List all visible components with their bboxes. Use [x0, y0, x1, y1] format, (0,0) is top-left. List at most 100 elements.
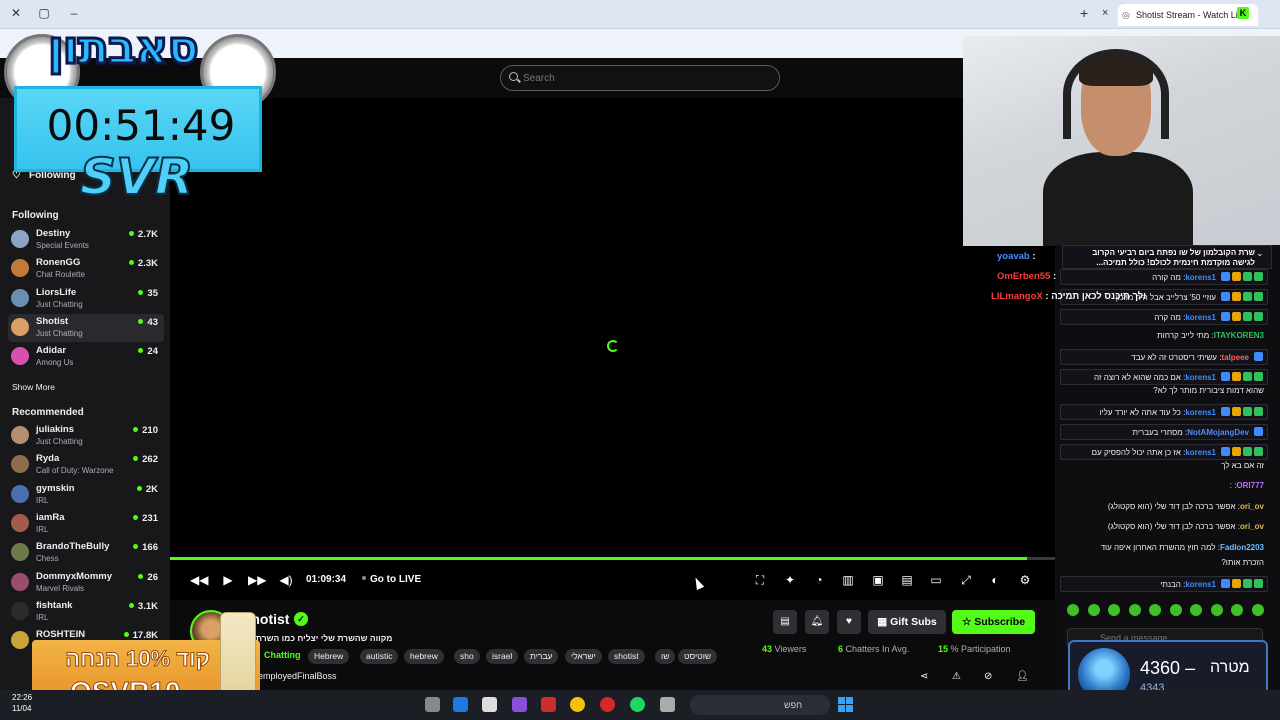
search-input[interactable]	[500, 65, 780, 91]
spotify-icon[interactable]	[630, 697, 645, 712]
seek-bar-fill	[170, 557, 1027, 560]
chat-username[interactable]: korens1	[1185, 580, 1216, 589]
report-icon[interactable]: ⚠	[952, 671, 961, 682]
sidebar-channel[interactable]: Shotist Just Chatting 43	[8, 313, 164, 342]
stream-tag[interactable]: sho	[454, 649, 480, 664]
chevron-down-icon[interactable]: ⌄	[1256, 248, 1264, 259]
obs-icon[interactable]	[512, 697, 527, 712]
gift-subs-button[interactable]: ▦ Gift Subs	[868, 610, 946, 634]
extension-kick-icon[interactable]: K	[1237, 7, 1249, 19]
video-player[interactable]: ◀◀ ▶ ▶▶ ◀) 01:09:34 Go to LIVE ⛶ ✦ ◔ ▥ ▣…	[170, 98, 1055, 600]
seek-bar[interactable]	[170, 557, 1055, 560]
crop-icon[interactable]: ⛶	[752, 573, 768, 588]
emote-icon[interactable]	[1128, 604, 1141, 616]
rewind-icon[interactable]: ◀◀	[190, 573, 208, 587]
stream-tag[interactable]: hebrew	[404, 649, 444, 664]
file-explorer-icon[interactable]	[660, 697, 675, 712]
emote-icon[interactable]	[1149, 604, 1161, 616]
chat-username[interactable]: korens1	[1185, 373, 1216, 382]
sidebar-channel[interactable]: LiorsLife Just Chatting 35	[8, 285, 164, 313]
viewer-count: 210	[133, 425, 158, 436]
sidebar-channel[interactable]: iamRa IRL 231	[8, 510, 164, 538]
emote-icon[interactable]	[1108, 604, 1120, 616]
chat-username[interactable]: ori_ov	[1240, 522, 1264, 531]
subscribe-button[interactable]: ☆ Subscribe	[952, 610, 1035, 634]
recorder-icon[interactable]	[600, 697, 615, 712]
stream-tag[interactable]: Hebrew	[308, 649, 350, 664]
stream-tag[interactable]: shotist	[608, 649, 645, 664]
sparkle-icon[interactable]: ✦	[782, 573, 798, 587]
user-icon[interactable]: 👤︎	[1016, 671, 1029, 682]
stats-icon[interactable]: ▥	[840, 573, 856, 587]
chat-username[interactable]: korens1	[1185, 408, 1216, 417]
show-more-link[interactable]: Show More	[12, 382, 55, 392]
stream-tag[interactable]: ישראלי	[565, 649, 602, 664]
go-to-live-button[interactable]: Go to LIVE	[362, 574, 421, 585]
quality-icon[interactable]: ◐	[987, 573, 1003, 587]
mute-chat-icon[interactable]: ⊘	[984, 671, 992, 682]
chrome-icon[interactable]	[570, 697, 585, 712]
speed-icon[interactable]: ◔	[811, 573, 827, 587]
play-icon[interactable]: ▶	[220, 573, 236, 587]
sidebar-channel[interactable]: juliakins Just Chatting 210	[8, 422, 164, 450]
chat-text: כל עוד אתה לא יורד עליו	[1099, 408, 1181, 417]
stream-tag[interactable]: שוטיסט	[678, 649, 718, 664]
channel-avatar	[11, 288, 29, 307]
chat-username[interactable]: NotAMojangDev	[1187, 428, 1249, 437]
channel-avatar	[11, 601, 29, 620]
follow-heart-icon[interactable]: ♥	[837, 610, 861, 634]
windows-start-icon[interactable]	[838, 697, 853, 712]
taskbar-search[interactable]: חפש	[690, 695, 830, 715]
sidebar-channel[interactable]: Destiny Special Events 2.7K	[8, 226, 164, 254]
tab-close-button[interactable]: ×	[1102, 7, 1108, 19]
badge-icon	[1243, 272, 1252, 281]
badge-icon	[1232, 312, 1241, 321]
emote-icon[interactable]	[1210, 604, 1223, 616]
stream-tag[interactable]: עברית	[524, 649, 559, 664]
telegram-icon[interactable]	[453, 697, 468, 712]
chat-text: :	[1229, 481, 1232, 490]
theater-icon[interactable]: ▣	[870, 573, 886, 587]
chat-username[interactable]: korens1	[1185, 273, 1216, 282]
forward-icon[interactable]: ▶▶	[248, 573, 266, 587]
chat-username[interactable]: Fadlon2203	[1220, 543, 1264, 552]
emote-icon[interactable]	[1169, 604, 1182, 616]
pinned-message[interactable]: שרת הקובלמון של שו נפתח ביום רביעי הקרוב…	[1062, 245, 1272, 269]
sidebar-channel[interactable]: RonenGG Chat Roulette 2.3K	[8, 255, 164, 283]
chat-username[interactable]: ori_ov	[1240, 502, 1264, 511]
sidebar-channel[interactable]: fishtank IRL 3.1K	[8, 598, 164, 626]
emote-icon[interactable]	[1251, 604, 1264, 616]
volume-icon[interactable]: ◀)	[278, 573, 294, 587]
emote-icon[interactable]	[1067, 604, 1079, 616]
sidebar-channel[interactable]: gymskin IRL 2K	[8, 481, 164, 509]
stream-tag[interactable]: israel	[486, 649, 519, 664]
share-icon[interactable]: ⋖	[920, 671, 928, 682]
sidebar-channel[interactable]: DommyxMommy Marvel Rivals 26	[8, 569, 164, 597]
emote-icon[interactable]	[1231, 604, 1243, 616]
new-tab-button[interactable]: +	[1080, 5, 1088, 21]
mod-panel-icon[interactable]: ▤	[773, 610, 797, 634]
stream-tag[interactable]: שו	[655, 649, 676, 664]
fullscreen-icon[interactable]: ⤢	[958, 573, 974, 588]
miniplayer-icon[interactable]: ▭	[928, 573, 944, 587]
notification-bell-icon[interactable]: 🔔︎	[805, 610, 829, 634]
emote-icon[interactable]	[1190, 604, 1202, 616]
chat-username[interactable]: talpeee	[1221, 353, 1249, 362]
sidebar-channel[interactable]: BrandoTheBully Chess 166	[8, 539, 164, 567]
chat-username[interactable]: korens1	[1185, 448, 1216, 457]
chat-username[interactable]: korens1	[1185, 313, 1216, 322]
settings-icon[interactable]: ⚙	[1017, 573, 1033, 587]
chat-username[interactable]: ORI777	[1236, 481, 1264, 490]
emote-icon[interactable]	[1087, 604, 1100, 616]
snipping-icon[interactable]	[482, 697, 497, 712]
sidebar-channel[interactable]: Ryda Call of Duty: Warzone 262	[8, 451, 164, 479]
sidebar-channel[interactable]: Adidar Among Us 24	[8, 343, 164, 371]
calculator-icon[interactable]	[425, 697, 440, 712]
stream-tag[interactable]: autistic	[360, 649, 399, 664]
paint-icon[interactable]	[541, 697, 556, 712]
clip-icon[interactable]: ▤	[899, 573, 915, 587]
viewer-count: 43	[138, 317, 158, 328]
viewer-count: 2.3K	[129, 258, 158, 269]
chat-username[interactable]: ITAYKOREN3	[1214, 331, 1264, 340]
category-link[interactable]: Chatting	[264, 650, 301, 660]
